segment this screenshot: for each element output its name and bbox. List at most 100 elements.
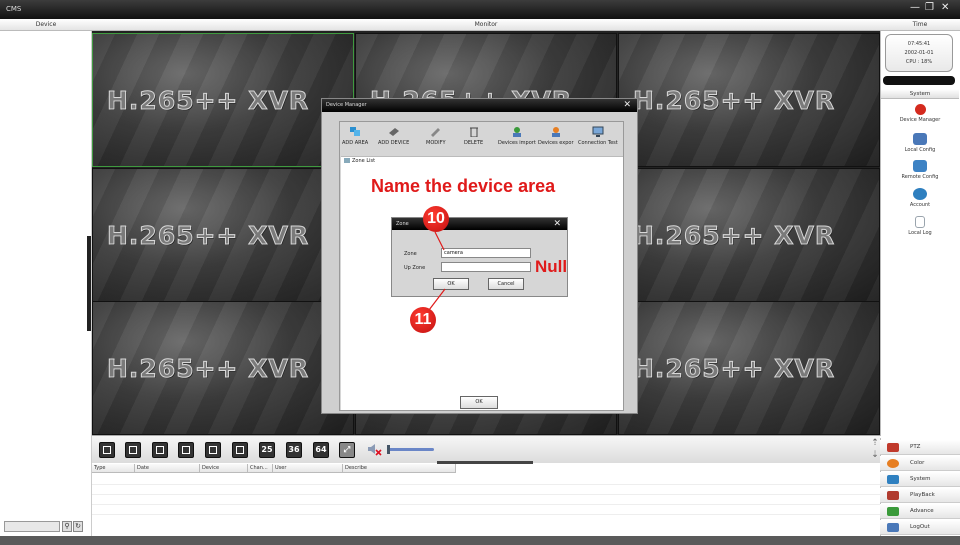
- log-row-divider: [92, 504, 880, 505]
- device-manager-ok-button[interactable]: OK: [460, 396, 498, 409]
- layout-6-button[interactable]: [152, 442, 168, 458]
- annotation-headline: Name the device area: [371, 176, 556, 196]
- video-cell-9[interactable]: H.265++ XVR: [618, 301, 880, 435]
- monitor-header: Monitor: [92, 19, 880, 31]
- log-col-type[interactable]: Type: [92, 464, 135, 473]
- playback-icon: [887, 491, 899, 500]
- system-menu-button[interactable]: System: [880, 472, 960, 487]
- volume-slider-thumb[interactable]: [387, 445, 390, 454]
- modify-icon: [430, 128, 440, 137]
- refresh-icon[interactable]: ↻: [73, 521, 83, 532]
- add-device-icon: [388, 128, 399, 136]
- minimize-icon[interactable]: —: [910, 2, 920, 13]
- device-header: Device: [0, 19, 92, 31]
- device-manager-icon: [914, 104, 926, 115]
- clock-date: 2002-01-01: [904, 50, 934, 56]
- local-log-icon: [915, 216, 925, 228]
- connection-test-icon: [592, 126, 604, 137]
- account-menu-item[interactable]: Account: [881, 188, 959, 208]
- video-cell-6[interactable]: H.265++ XVR: [618, 168, 880, 302]
- local-config-menu-item[interactable]: Local Config: [881, 133, 959, 153]
- bottom-status-strip: [0, 536, 960, 545]
- video-cell-4[interactable]: H.265++ XVR: [92, 168, 354, 302]
- layout-1-button[interactable]: [99, 442, 115, 458]
- menu-item-label: Local Config: [904, 147, 936, 153]
- menu-item-label: Account: [909, 202, 931, 208]
- menu-item-label: Device Manager: [899, 117, 941, 123]
- device-search-input[interactable]: [4, 521, 60, 532]
- volume-mute-icon[interactable]: [366, 441, 382, 457]
- layout-toolbar: 25 36 64 ⤢: [92, 435, 880, 463]
- remote-config-icon: [913, 160, 927, 172]
- device-manager-menu-item[interactable]: Device Manager: [881, 104, 959, 123]
- channel-watermark: H.265++ XVR: [106, 86, 310, 116]
- device-tree-panel[interactable]: [0, 31, 92, 536]
- menu-item-label: Local Log: [908, 230, 932, 236]
- clock-display: 07:45:41 2002-01-01 CPU : 18%: [885, 34, 953, 72]
- cpu-usage: CPU : 18%: [905, 59, 933, 65]
- video-cell-3[interactable]: H.265++ XVR: [618, 33, 880, 167]
- log-table: Type Date Device Chan... User Describe: [92, 464, 880, 536]
- log-col-channel[interactable]: Chan...: [248, 464, 273, 473]
- layout-4-button[interactable]: [125, 442, 141, 458]
- zone-label: Zone: [404, 251, 417, 257]
- zone-list-header: Zone List: [344, 158, 375, 164]
- advance-icon: [887, 507, 899, 516]
- layout-9-button[interactable]: [205, 442, 221, 458]
- color-icon: [887, 459, 899, 468]
- color-menu-button[interactable]: Color: [880, 456, 960, 471]
- add-area-button[interactable]: ADD AREA: [342, 126, 368, 146]
- log-col-user[interactable]: User: [273, 464, 343, 473]
- folder-icon: [344, 158, 350, 163]
- channel-watermark: H.265++ XVR: [632, 221, 836, 251]
- volume-slider[interactable]: [388, 448, 434, 451]
- video-cell-1[interactable]: H.265++ XVR: [92, 33, 354, 167]
- devices-export-icon: [551, 127, 560, 137]
- left-panel-collapse-handle[interactable]: [87, 236, 91, 331]
- search-icon[interactable]: ⚲: [62, 521, 72, 532]
- connection-test-button[interactable]: Connection Test: [578, 126, 618, 146]
- annotation-connectors: [428, 231, 446, 311]
- layout-64-button[interactable]: 64: [313, 442, 329, 458]
- playback-menu-button[interactable]: PlayBack: [880, 488, 960, 503]
- layout-25-button[interactable]: 25: [259, 442, 275, 458]
- logout-icon: [887, 523, 899, 532]
- layout-8-button[interactable]: [178, 442, 194, 458]
- close-icon[interactable]: ✕: [623, 99, 631, 112]
- close-icon[interactable]: ✕: [553, 218, 561, 230]
- layout-36-button[interactable]: 36: [286, 442, 302, 458]
- cms-window: CMS — ❐ ✕ Device Monitor Time ⚲ ↻ H.265+…: [0, 0, 960, 545]
- log-row-divider: [92, 484, 880, 485]
- remote-config-menu-item[interactable]: Remote Config: [881, 160, 959, 180]
- step-10-badge: 10: [423, 206, 449, 232]
- zone-cancel-button[interactable]: Cancel: [488, 278, 524, 290]
- ptz-menu-button[interactable]: PTZ: [880, 440, 960, 455]
- account-icon: [913, 188, 927, 200]
- close-icon[interactable]: ✕: [941, 2, 949, 13]
- system-panel-header: System: [881, 89, 959, 99]
- log-row-divider: [92, 514, 880, 515]
- modify-button[interactable]: MODIFY: [426, 126, 446, 146]
- advance-menu-button[interactable]: Advance: [880, 504, 960, 519]
- log-col-device[interactable]: Device: [200, 464, 248, 473]
- status-bar-pill: [883, 76, 955, 85]
- devices-export-button[interactable]: Devices expor: [538, 126, 574, 146]
- add-device-button[interactable]: ADD DEVICE: [378, 126, 409, 146]
- logout-menu-button[interactable]: LogOut: [880, 520, 960, 535]
- delete-button[interactable]: DELETE: [464, 126, 483, 146]
- restore-icon[interactable]: ❐: [925, 2, 934, 13]
- log-col-date[interactable]: Date: [135, 464, 200, 473]
- clock-time: 07:45:41: [907, 41, 931, 47]
- video-cell-7[interactable]: H.265++ XVR: [92, 301, 354, 435]
- fullscreen-icon[interactable]: ⤢: [339, 442, 355, 458]
- system-icon: [887, 475, 899, 484]
- layout-16-button[interactable]: [232, 442, 248, 458]
- title-bar: CMS — ❐ ✕: [0, 0, 960, 19]
- step-11-badge: 11: [410, 307, 436, 333]
- log-col-describe[interactable]: Describe: [343, 464, 456, 473]
- devices-import-button[interactable]: Devices import: [498, 126, 536, 146]
- local-log-menu-item[interactable]: Local Log: [881, 216, 959, 236]
- channel-watermark: H.265++ XVR: [632, 354, 836, 384]
- delete-icon: [469, 127, 478, 137]
- channel-watermark: H.265++ XVR: [632, 86, 836, 116]
